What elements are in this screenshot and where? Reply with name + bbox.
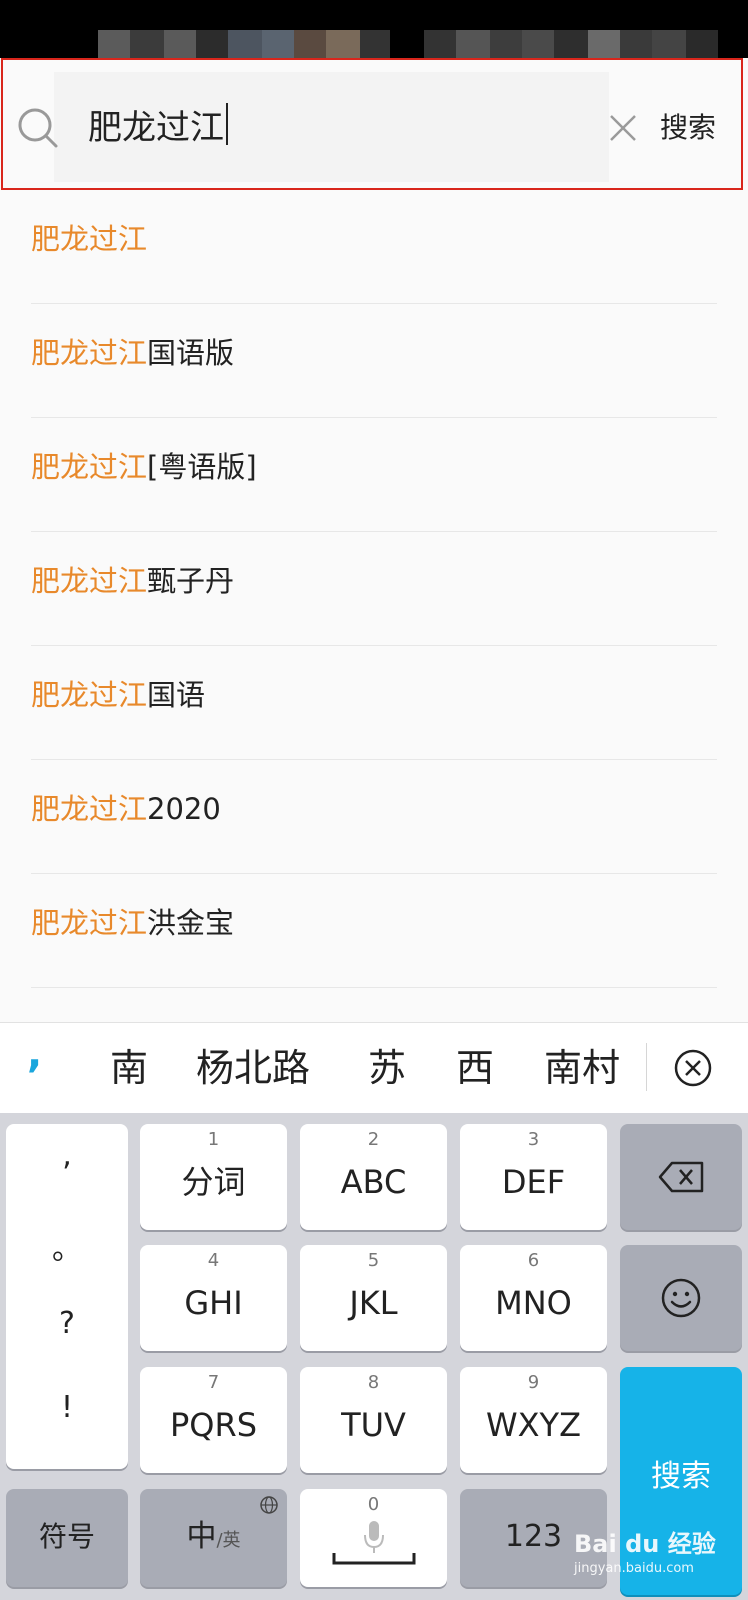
baidu-jingyan-watermark: Bai du 经验 jingyan.baidu.com	[574, 1524, 716, 1576]
key-label: ABC	[340, 1163, 407, 1201]
key-label: 符号	[38, 1520, 95, 1553]
key-label: GHI	[184, 1284, 243, 1322]
key-label: JKL	[349, 1284, 398, 1322]
globe-icon	[260, 1496, 278, 1514]
suggestion-rest: 甄子丹	[147, 564, 235, 598]
symbols-key[interactable]: 符号	[6, 1489, 128, 1587]
key-2-abc[interactable]: 2 ABC	[300, 1124, 447, 1230]
key-label: TUV	[341, 1406, 406, 1444]
watermark-brand: Bai du 经验	[574, 1530, 716, 1558]
key-number: 1	[207, 1129, 220, 1150]
key-number: 3	[527, 1129, 540, 1150]
emoji-key[interactable]	[620, 1245, 742, 1351]
key-8-tuv[interactable]: 8 TUV	[300, 1367, 447, 1473]
suggestion-match: 肥龙过江	[31, 906, 148, 940]
key-4-ghi[interactable]: 4 GHI	[140, 1245, 287, 1351]
candidate-item[interactable]: 杨北路	[196, 1023, 310, 1113]
suggestion-rest: 国语版	[147, 336, 235, 370]
space-bar-icon	[332, 1553, 416, 1565]
highlight-frame	[1, 58, 743, 190]
language-switch-key[interactable]: 中/英	[140, 1489, 287, 1587]
suggestion-item[interactable]: 肥龙过江国语版	[0, 304, 748, 418]
key-number: 8	[367, 1372, 380, 1393]
key-5-jkl[interactable]: 5 JKL	[300, 1245, 447, 1351]
ime-candidate-bar: , 南 杨北路 苏 西 南村	[0, 1022, 748, 1113]
key-6-mno[interactable]: 6 MNO	[460, 1245, 607, 1351]
candidate-item[interactable]: 苏	[368, 1023, 406, 1113]
suggestion-match: 肥龙过江	[31, 792, 148, 826]
key-number: 4	[207, 1250, 220, 1271]
lang-main-label: 中	[186, 1519, 217, 1554]
suggestion-match: 肥龙过江	[31, 564, 148, 598]
key-number: 7	[207, 1372, 220, 1393]
key-number: 2	[367, 1129, 380, 1150]
key-label: WXYZ	[485, 1406, 582, 1444]
key-number: 0	[367, 1494, 380, 1515]
suggestion-item[interactable]: 肥龙过江[粤语版]	[0, 418, 748, 532]
key-number: 5	[367, 1250, 380, 1271]
key-number: 9	[527, 1372, 540, 1393]
punct-exclaim-key[interactable]: !	[6, 1390, 128, 1425]
candidate-comma[interactable]: ,	[27, 1031, 42, 1077]
status-bar	[0, 0, 748, 62]
key-9-wxyz[interactable]: 9 WXYZ	[460, 1367, 607, 1473]
candidate-separator	[646, 1043, 647, 1091]
space-key[interactable]: 0	[300, 1489, 447, 1587]
close-candidates-icon[interactable]	[672, 1047, 714, 1089]
suggestion-match: 肥龙过江	[31, 336, 148, 370]
backspace-key[interactable]	[620, 1124, 742, 1230]
candidate-item[interactable]: 南村	[544, 1023, 620, 1113]
suggestion-rest: 洪金宝	[147, 906, 235, 940]
lang-sub-label: /英	[216, 1530, 241, 1551]
suggestion-item[interactable]: 肥龙过江2020	[0, 760, 748, 874]
candidate-item[interactable]: 西	[456, 1023, 494, 1113]
punct-period-key[interactable]: 。	[6, 1224, 128, 1268]
microphone-icon	[364, 1521, 384, 1553]
punct-comma-key[interactable]: ,	[6, 1138, 128, 1173]
suggestion-rest: 2020	[147, 792, 221, 826]
key-3-def[interactable]: 3 DEF	[460, 1124, 607, 1230]
suggestion-item[interactable]: 肥龙过江洪金宝	[0, 874, 748, 988]
key-label: DEF	[501, 1163, 566, 1201]
key-label: 分词	[181, 1163, 246, 1201]
suggestion-match: 肥龙过江	[31, 450, 148, 484]
candidate-item[interactable]: 南	[110, 1023, 148, 1113]
key-7-pqrs[interactable]: 7 PQRS	[140, 1367, 287, 1473]
backspace-icon	[658, 1161, 704, 1193]
suggestion-item[interactable]: 肥龙过江	[0, 190, 748, 304]
key-number: 6	[527, 1250, 540, 1271]
suggestion-item[interactable]: 肥龙过江国语	[0, 646, 748, 760]
suggestion-item[interactable]: 肥龙过江甄子丹	[0, 532, 748, 646]
suggestion-rest: 国语	[147, 678, 206, 712]
key-label: MNO	[495, 1284, 572, 1322]
divider	[31, 987, 717, 988]
watermark-url: jingyan.baidu.com	[574, 1561, 694, 1576]
suggestion-list: 肥龙过江 肥龙过江国语版 肥龙过江[粤语版] 肥龙过江甄子丹 肥龙过江国语 肥龙…	[0, 190, 748, 988]
key-1-fenci[interactable]: 1 分词	[140, 1124, 287, 1230]
suggestion-rest: [粤语版]	[147, 450, 257, 484]
punctuation-column: , 。 ? !	[6, 1124, 128, 1469]
suggestion-match: 肥龙过江	[31, 678, 148, 712]
key-label: PQRS	[169, 1406, 258, 1444]
smiley-icon	[661, 1278, 701, 1318]
key-label: 搜索	[651, 1459, 711, 1494]
punct-question-key[interactable]: ?	[6, 1306, 128, 1341]
suggestion-match: 肥龙过江	[31, 222, 148, 256]
